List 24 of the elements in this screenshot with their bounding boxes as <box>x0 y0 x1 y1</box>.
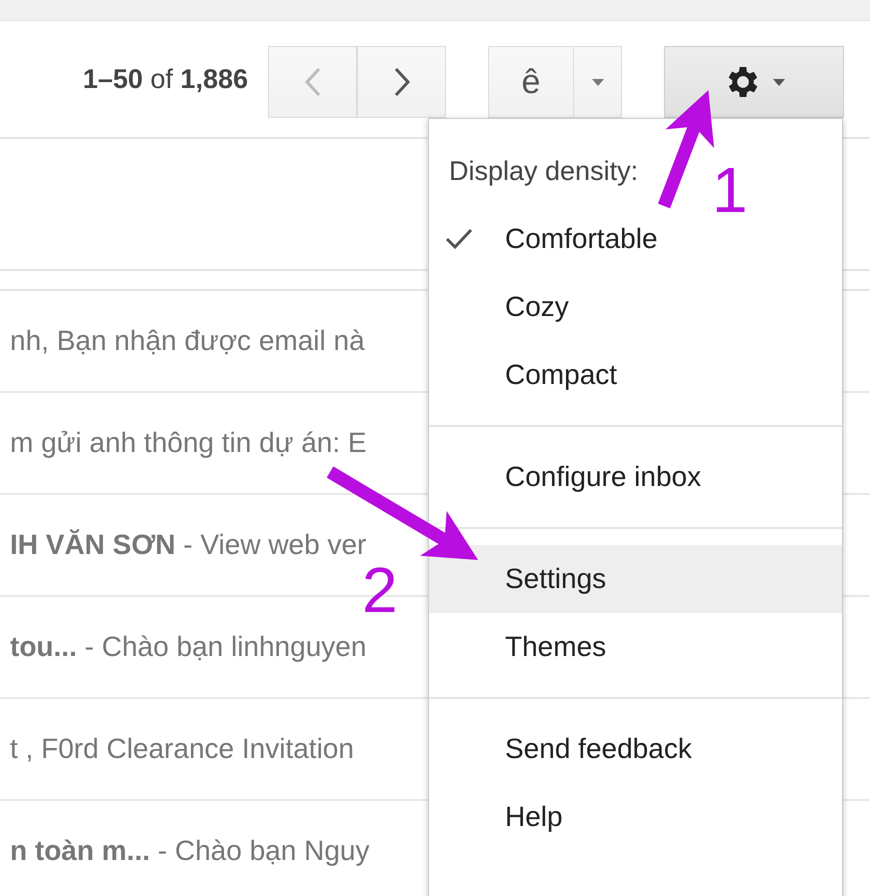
previous-button[interactable] <box>268 46 357 118</box>
check-icon <box>445 228 473 250</box>
menu-item[interactable]: Send feedback <box>429 715 842 783</box>
step-number: 1 <box>712 154 748 226</box>
input-tools-button[interactable]: ê <box>488 46 574 118</box>
chevron-left-icon <box>304 67 322 97</box>
menu-item[interactable]: Themes <box>429 613 842 681</box>
settings-button[interactable] <box>664 46 844 118</box>
email-row-text: tou... - Chào bạn linhnguyen <box>10 631 366 663</box>
page-counter: 1–50 of 1,886 <box>82 64 248 94</box>
menu-header: Display density: <box>449 154 638 188</box>
email-row-text: m gửi anh thông tin dự án: E <box>10 427 367 459</box>
next-button[interactable] <box>357 46 446 118</box>
email-row-text: n toàn m... - Chào bạn Nguy <box>10 835 370 867</box>
input-tools-dropdown[interactable] <box>574 46 622 118</box>
menu-item[interactable]: Settings <box>429 545 842 613</box>
menu-item[interactable]: Help <box>429 783 842 851</box>
email-row-text: t , F0rd Clearance Invitation <box>10 733 354 765</box>
chevron-right-icon <box>392 67 410 97</box>
caret-icon <box>592 78 604 86</box>
menu-item[interactable]: Compact <box>429 341 842 409</box>
menu-item[interactable]: Cozy <box>429 273 842 341</box>
email-row-text: nh, Bạn nhận được email nà <box>10 325 365 357</box>
caret-icon <box>773 78 785 86</box>
